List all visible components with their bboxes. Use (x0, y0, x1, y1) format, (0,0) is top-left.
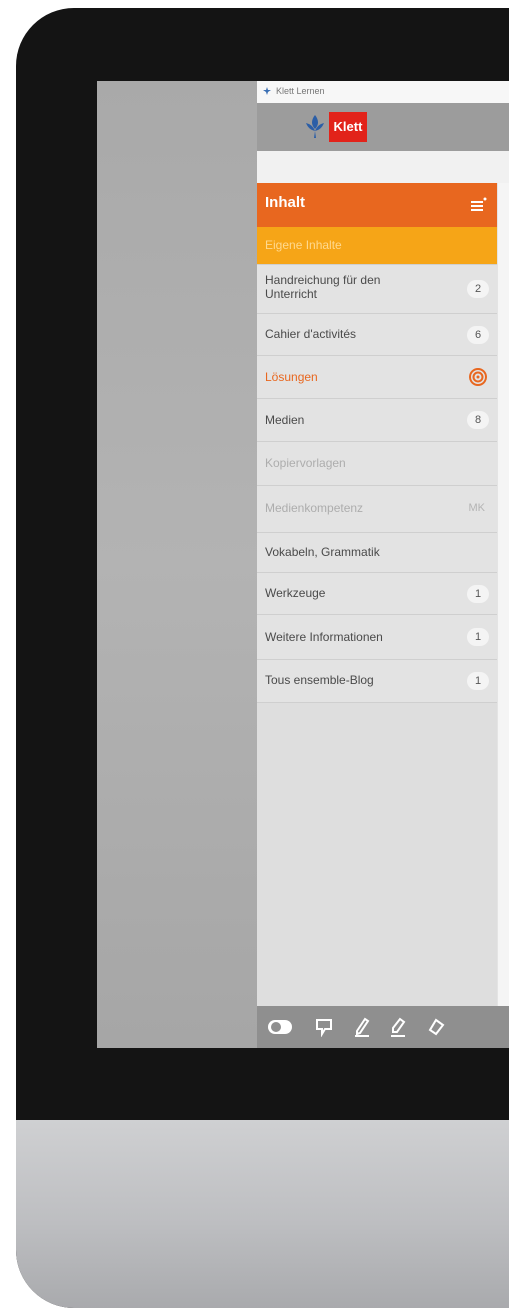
toggle-icon[interactable] (267, 1017, 293, 1037)
klett-logo: Klett (329, 112, 367, 142)
hamburger-menu-icon[interactable] (469, 197, 487, 213)
sidebar-item-medienkompetenz[interactable]: Medienkompetenz MK (257, 486, 497, 533)
highlighter-icon[interactable] (387, 1017, 409, 1037)
monitor-frame: Klett Lernen Klett Inhalt Eigene Inhalte… (16, 8, 509, 1308)
sidebar-item-loesungen[interactable]: Lösungen (257, 356, 497, 399)
screen: Klett Lernen Klett Inhalt Eigene Inhalte… (97, 81, 509, 1048)
sidebar-item-kopiervorlagen[interactable]: Kopiervorlagen (257, 442, 497, 486)
sidebar-item-label: Werkzeuge (265, 586, 326, 600)
count-badge: 6 (467, 326, 489, 344)
sidebar-item-werkzeuge[interactable]: Werkzeuge 1 (257, 573, 497, 615)
count-badge: 1 (467, 628, 489, 646)
count-badge: 8 (467, 411, 489, 429)
sidebar-item-label: Lösungen (265, 370, 318, 384)
sidebar-item-label: Medien (265, 413, 305, 427)
window-title: Klett Lernen (276, 86, 325, 96)
monitor-chin (16, 1120, 509, 1308)
window-titlebar: Klett Lernen (257, 81, 509, 104)
sidebar-title: Inhalt (265, 194, 305, 211)
sidebar-item-label: Eigene Inhalte (265, 238, 342, 252)
sidebar-item-tous-ensemble-blog[interactable]: Tous ensemble-Blog 1 (257, 660, 497, 703)
bottom-toolbar (257, 1006, 509, 1048)
sidebar-item-handreichung[interactable]: Handreichung für den Unterricht 2 (257, 265, 497, 314)
sidebar: Inhalt Eigene Inhalte Handreichung für d… (257, 183, 497, 1048)
sidebar-item-cahier[interactable]: Cahier d'activités 6 (257, 314, 497, 356)
mk-badge: MK (468, 502, 486, 514)
sidebar-item-medien[interactable]: Medien 8 (257, 399, 497, 442)
app-icon (263, 87, 271, 95)
sidebar-item-label: Vokabeln, Grammatik (265, 545, 380, 559)
target-icon[interactable] (469, 368, 487, 386)
count-badge: 2 (467, 280, 489, 298)
count-badge: 1 (467, 585, 489, 603)
sidebar-item-label: Handreichung für den Unterricht (265, 273, 381, 301)
sidebar-item-eigene-inhalte[interactable]: Eigene Inhalte (257, 227, 497, 265)
sidebar-item-weitere-informationen[interactable]: Weitere Informationen 1 (257, 615, 497, 660)
app-header: Klett (257, 103, 509, 151)
sidebar-item-label: Tous ensemble-Blog (265, 673, 374, 687)
eraser-icon[interactable] (425, 1017, 447, 1037)
sidebar-item-label: Kopiervorlagen (265, 456, 346, 470)
desktop-background (97, 81, 257, 1048)
sidebar-item-label: Weitere Informationen (265, 630, 383, 644)
note-icon[interactable] (313, 1017, 335, 1037)
sidebar-item-vokabeln[interactable]: Vokabeln, Grammatik (257, 533, 497, 573)
sidebar-item-label: Medienkompetenz (265, 501, 364, 515)
sidebar-header: Inhalt (257, 183, 497, 227)
klett-emblem-icon (306, 115, 324, 138)
sidebar-item-label: Cahier d'activités (265, 327, 356, 341)
content-area (497, 183, 509, 1048)
pen-icon[interactable] (351, 1017, 373, 1037)
count-badge: 1 (467, 672, 489, 690)
